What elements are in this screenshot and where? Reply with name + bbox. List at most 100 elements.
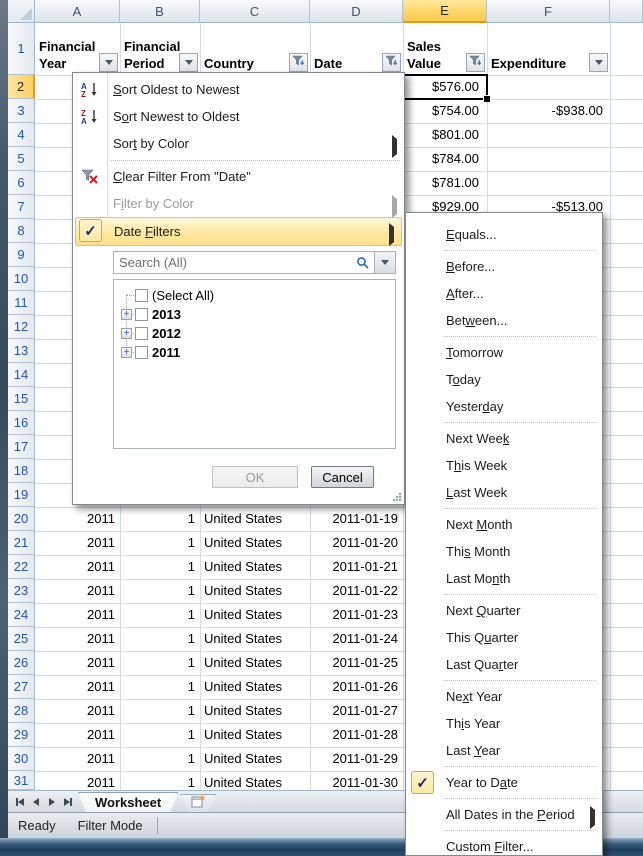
submenu-item-custom-filter[interactable]: Custom Filter... <box>406 833 602 856</box>
cell-b20[interactable]: 1 <box>120 507 195 531</box>
cell-e3[interactable]: $754.00 <box>403 99 479 123</box>
last-sheet-button[interactable] <box>60 793 75 811</box>
expand-plus-icon[interactable]: + <box>121 328 132 339</box>
column-header-b[interactable]: B <box>120 0 200 23</box>
tree-item-2011[interactable]: +2011 <box>114 343 395 362</box>
select-all-corner[interactable] <box>8 0 35 23</box>
column-header-d[interactable]: D <box>310 0 403 23</box>
row-header-29[interactable]: 29 <box>8 723 35 747</box>
row-header-24[interactable]: 24 <box>8 603 35 627</box>
row-header-5[interactable]: 5 <box>8 147 35 171</box>
submenu-item-this-year[interactable]: This Year <box>406 710 602 737</box>
filter-button-a[interactable] <box>99 53 118 72</box>
submenu-item-next-quarter[interactable]: Next Quarter <box>406 597 602 624</box>
insert-worksheet-button[interactable]: ✶ <box>180 794 216 812</box>
search-input[interactable] <box>114 252 374 273</box>
cell-b25[interactable]: 1 <box>120 627 195 651</box>
expand-plus-icon[interactable]: + <box>121 309 132 320</box>
cell-a28[interactable]: 2011 <box>35 699 115 723</box>
ok-button[interactable]: OK <box>212 466 298 488</box>
cell-a30[interactable]: 2011 <box>35 747 115 771</box>
cell-a27[interactable]: 2011 <box>35 675 115 699</box>
menu-item-date-filters[interactable]: ✓Date Filters <box>75 217 402 246</box>
menu-item-sort-oldest-to-newest[interactable]: AZSort Oldest to Newest <box>73 76 404 103</box>
cell-a25[interactable]: 2011 <box>35 627 115 651</box>
submenu-item-next-week[interactable]: Next Week <box>406 425 602 452</box>
cell-d21[interactable]: 2011-01-20 <box>310 531 398 555</box>
cell-c21[interactable]: United States <box>204 531 282 555</box>
cell-b30[interactable]: 1 <box>120 747 195 771</box>
cell-f3[interactable]: -$938.00 <box>487 99 603 123</box>
expand-plus-icon[interactable]: + <box>121 347 132 358</box>
submenu-item-last-year[interactable]: Last Year <box>406 737 602 764</box>
submenu-item-all-dates-in-the-period[interactable]: All Dates in the Period <box>406 801 602 828</box>
menu-resize-grip[interactable] <box>392 492 402 502</box>
cell-c26[interactable]: United States <box>204 651 282 675</box>
cell-d23[interactable]: 2011-01-22 <box>310 579 398 603</box>
cell-b26[interactable]: 1 <box>120 651 195 675</box>
cell-d20[interactable]: 2011-01-19 <box>310 507 398 531</box>
fill-handle[interactable] <box>483 95 490 102</box>
cell-a22[interactable]: 2011 <box>35 555 115 579</box>
submenu-item-today[interactable]: Today <box>406 366 602 393</box>
checkbox-2011[interactable] <box>135 346 148 359</box>
cell-d30[interactable]: 2011-01-29 <box>310 747 398 771</box>
submenu-item-this-month[interactable]: This Month <box>406 538 602 565</box>
submenu-item-year-to-date[interactable]: ✓Year to Date <box>406 769 602 796</box>
menu-item-filter-by-color[interactable]: Filter by Color <box>73 190 404 217</box>
first-sheet-button[interactable] <box>12 793 27 811</box>
submenu-item-last-quarter[interactable]: Last Quarter <box>406 651 602 678</box>
row-header-19[interactable]: 19 <box>8 483 35 507</box>
cell-a23[interactable]: 2011 <box>35 579 115 603</box>
row-header-31[interactable]: 31 <box>8 771 35 790</box>
column-header-a[interactable]: A <box>35 0 120 23</box>
row-header-9[interactable]: 9 <box>8 243 35 267</box>
row-header-8[interactable]: 8 <box>8 219 35 243</box>
row-header-17[interactable]: 17 <box>8 435 35 459</box>
cell-a24[interactable]: 2011 <box>35 603 115 627</box>
cell-d29[interactable]: 2011-01-28 <box>310 723 398 747</box>
filter-button-b[interactable] <box>179 53 198 72</box>
submenu-item-equals[interactable]: Equals... <box>406 221 602 248</box>
submenu-item-next-month[interactable]: Next Month <box>406 511 602 538</box>
tree-item-2013[interactable]: +2013 <box>114 305 395 324</box>
row-header-22[interactable]: 22 <box>8 555 35 579</box>
cell-b21[interactable]: 1 <box>120 531 195 555</box>
column-header-e[interactable]: E <box>403 0 487 23</box>
submenu-item-between[interactable]: Between... <box>406 307 602 334</box>
cell-b29[interactable]: 1 <box>120 723 195 747</box>
cell-c29[interactable]: United States <box>204 723 282 747</box>
filter-button-e[interactable] <box>466 53 485 72</box>
cancel-button[interactable]: Cancel <box>311 466 374 488</box>
cell-d27[interactable]: 2011-01-26 <box>310 675 398 699</box>
row-header-18[interactable]: 18 <box>8 459 35 483</box>
row-header-7[interactable]: 7 <box>8 195 35 219</box>
row-header-4[interactable]: 4 <box>8 123 35 147</box>
menu-item-sort-newest-to-oldest[interactable]: ZASort Newest to Oldest <box>73 103 404 130</box>
filter-button-c[interactable] <box>289 53 308 72</box>
cell-b23[interactable]: 1 <box>120 579 195 603</box>
row-header-11[interactable]: 11 <box>8 291 35 315</box>
tree-item-2012[interactable]: +2012 <box>114 324 395 343</box>
menu-item-sort-by-color[interactable]: Sort by Color <box>73 130 404 157</box>
cell-a20[interactable]: 2011 <box>35 507 115 531</box>
sheet-tab-worksheet[interactable]: Worksheet <box>78 792 178 812</box>
cell-b27[interactable]: 1 <box>120 675 195 699</box>
cell-c27[interactable]: United States <box>204 675 282 699</box>
next-sheet-button[interactable] <box>44 793 59 811</box>
cell-b22[interactable]: 1 <box>120 555 195 579</box>
cell-c20[interactable]: United States <box>204 507 282 531</box>
row-header-28[interactable]: 28 <box>8 699 35 723</box>
row-header-26[interactable]: 26 <box>8 651 35 675</box>
row-header-10[interactable]: 10 <box>8 267 35 291</box>
submenu-item-this-quarter[interactable]: This Quarter <box>406 624 602 651</box>
submenu-item-last-week[interactable]: Last Week <box>406 479 602 506</box>
cell-a26[interactable]: 2011 <box>35 651 115 675</box>
row-header-16[interactable]: 16 <box>8 411 35 435</box>
previous-sheet-button[interactable] <box>28 793 43 811</box>
cell-d25[interactable]: 2011-01-24 <box>310 627 398 651</box>
row-header-30[interactable]: 30 <box>8 747 35 771</box>
submenu-item-yesterday[interactable]: Yesterday <box>406 393 602 420</box>
submenu-item-before[interactable]: Before... <box>406 253 602 280</box>
filter-button-d[interactable] <box>382 53 401 72</box>
